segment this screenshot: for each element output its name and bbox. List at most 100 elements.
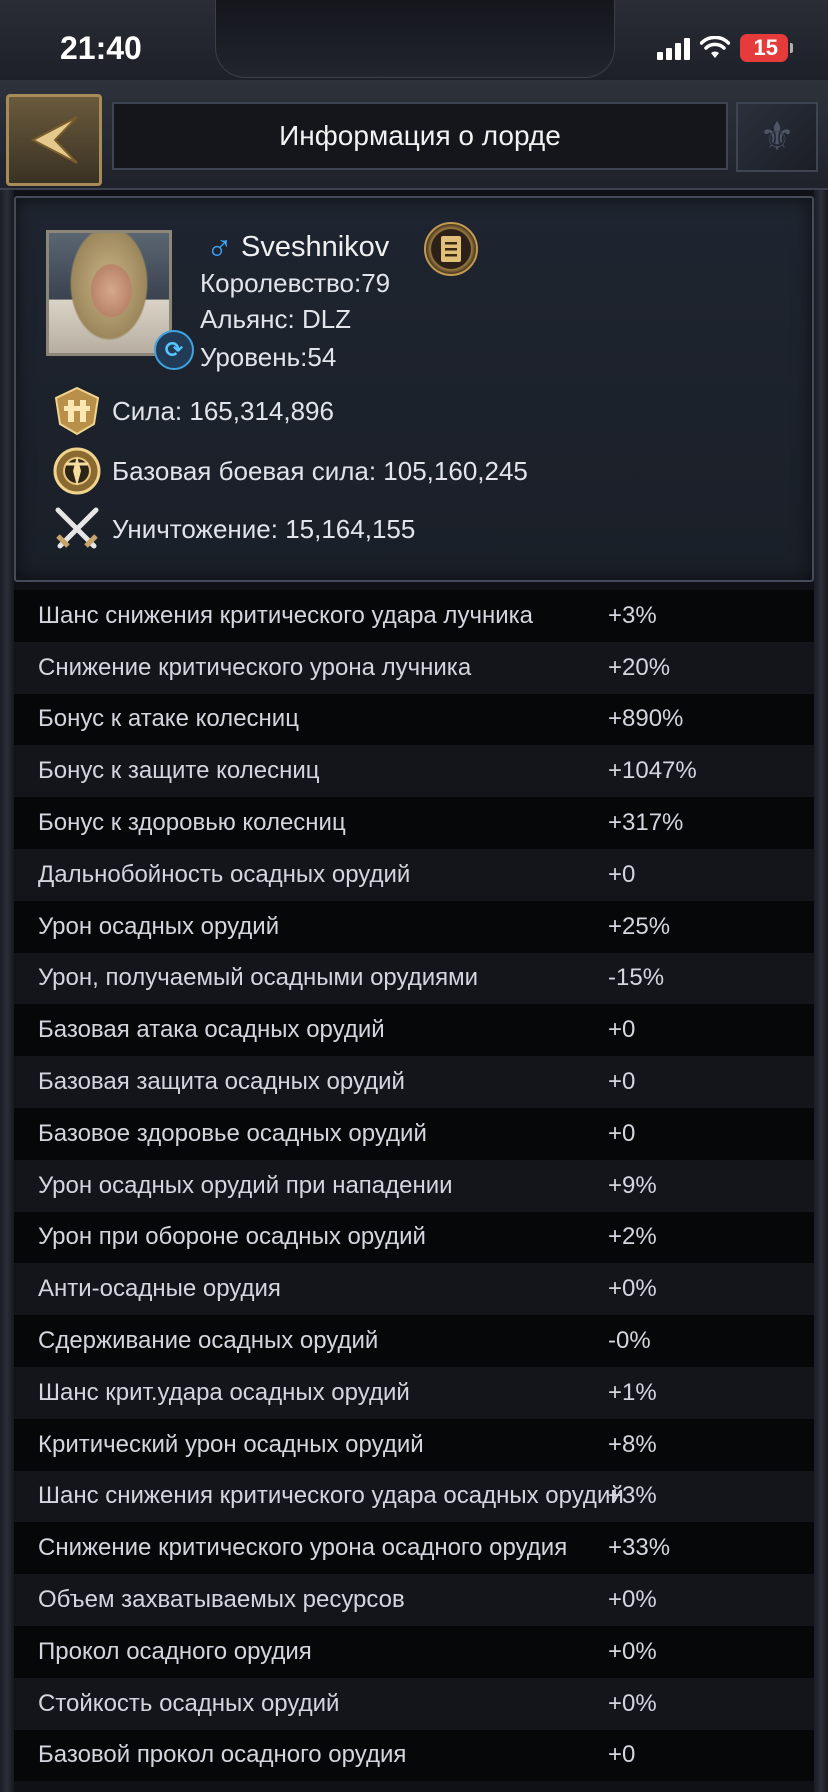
attribute-row: Урон осадных орудий при нападении +9%: [14, 1160, 814, 1212]
back-button[interactable]: [6, 94, 102, 186]
header: Информация о лорде ⚜: [0, 80, 828, 190]
attribute-row: Базовая атака осадных орудий +0: [14, 1004, 814, 1057]
attribute-label: Бонус к атаке колесниц: [38, 705, 299, 733]
attribute-row: Бонус к атаке колесниц +890%: [14, 693, 814, 746]
battery-badge: 15: [739, 34, 794, 62]
right-frame: [814, 0, 828, 1792]
avatar[interactable]: [46, 230, 172, 356]
attribute-label: Шанс крит.удара осадных орудий: [38, 1378, 410, 1406]
attribute-label: Бонус к здоровью колесниц: [38, 809, 346, 837]
attribute-row: Дальнобойность осадных орудий +0: [14, 849, 814, 901]
attribute-row: Шанс снижения критического удара лучника…: [14, 590, 814, 642]
attribute-value: -15%: [608, 964, 665, 992]
attribute-label: Бонус к защите колесниц: [38, 757, 320, 785]
attribute-label: Критический урон осадных орудий: [38, 1430, 424, 1458]
fleur-ornament-icon: ⚜: [736, 102, 818, 172]
base-power-badge-icon: [50, 444, 104, 498]
wifi-icon: [699, 36, 730, 58]
attribute-value: +317%: [608, 809, 684, 837]
attribute-value: +0: [608, 1741, 636, 1769]
attribute-label: Дальнобойность осадных орудий: [38, 860, 411, 888]
attribute-row: Стойкость осадных орудий +0%: [14, 1678, 814, 1730]
attribute-label: Урон осадных орудий при нападении: [38, 1171, 453, 1199]
attribute-value: -0%: [608, 1327, 651, 1355]
attribute-label: Снижение критического урона лучника: [38, 653, 472, 681]
attribute-value: +0%: [608, 1637, 657, 1665]
attribute-row: Прокол осадного орудия +0%: [14, 1625, 814, 1678]
base-power-row: Базовая боевая сила: 105,160,245: [50, 444, 528, 498]
left-frame: [0, 0, 14, 1792]
attribute-label: Снижение критического урона осадного ору…: [38, 1534, 568, 1562]
document-icon: [441, 236, 461, 262]
attribute-value: +1%: [608, 1378, 657, 1406]
attribute-label: Базовая атака осадных орудий: [38, 1016, 385, 1044]
attribute-row: Бонус к защите колесниц +1047%: [14, 745, 814, 797]
attribute-value: +0: [608, 1068, 636, 1096]
crossed-swords-icon: [50, 502, 104, 556]
back-arrow-icon: [30, 116, 78, 164]
attribute-label: Сдерживание осадных орудий: [38, 1327, 379, 1355]
notch-ornament: [215, 0, 615, 78]
attribute-row: Шанс крит.удара осадных орудий +1%: [14, 1367, 814, 1419]
base-power-text: Базовая боевая сила: 105,160,245: [112, 455, 528, 486]
attribute-label: Базовое здоровье осадных орудий: [38, 1119, 427, 1147]
power-text: Сила: 165,314,896: [112, 395, 334, 426]
attribute-row: Урон осадных орудий +25%: [14, 900, 814, 953]
attribute-label: Шанс снижения критического удара лучника: [38, 601, 533, 629]
attribute-value: +890%: [608, 705, 684, 733]
attribute-value: +0%: [608, 1275, 657, 1303]
attribute-label: Урон, получаемый осадными орудиями: [38, 964, 479, 992]
status-bar: 21:40 15: [0, 0, 828, 80]
attribute-value: +0: [608, 1119, 636, 1147]
attribute-row: Бонус к здоровью колесниц +317%: [14, 797, 814, 849]
attribute-value: +1047%: [608, 757, 697, 785]
attribute-row: Снижение критического урона лучника +20%: [14, 642, 814, 694]
power-badge-icon: [50, 384, 104, 438]
kills-text: Уничтожение: 15,164,155: [112, 513, 416, 544]
attribute-row: Урон, получаемый осадными орудиями -15%: [14, 953, 814, 1005]
attribute-row: Базовая защита осадных орудий +0: [14, 1056, 814, 1108]
kingdom-text: Королевство:79: [200, 268, 391, 298]
attribute-value: +0: [608, 860, 636, 888]
attribute-label: Стойкость осадных орудий: [38, 1689, 340, 1717]
attribute-row: Базовой прокол осадного орудия +0: [14, 1729, 814, 1782]
attribute-row: Сдерживание осадных орудий -0%: [14, 1315, 814, 1367]
signal-icon: [656, 36, 690, 60]
attribute-row: Снижение критического урона осадного ору…: [14, 1522, 814, 1575]
player-name-row: ♂ Sveshnikov: [206, 226, 389, 268]
attribute-label: Шанс снижения критического удара осадных…: [38, 1482, 624, 1510]
attribute-value: +0%: [608, 1586, 657, 1614]
alliance-text: Альянс: DLZ: [200, 304, 352, 334]
attribute-row: Анти-осадные орудия +0%: [14, 1263, 814, 1315]
page-title: Информация о лорде: [279, 120, 561, 151]
attribute-value: +3%: [608, 1482, 657, 1510]
attribute-value: +2%: [608, 1223, 657, 1251]
attribute-value: +33%: [608, 1534, 671, 1562]
kills-row: Уничтожение: 15,164,155: [50, 502, 415, 556]
attribute-value: +0: [608, 1016, 636, 1044]
attribute-value: +9%: [608, 1171, 657, 1199]
attribute-value: +0%: [608, 1689, 657, 1717]
attribute-label: Объем захватываемых ресурсов: [38, 1586, 405, 1614]
attribute-row: Шанс снижения критического удара осадных…: [14, 1471, 814, 1523]
attribute-list: Шанс снижения критического удара лучника…: [14, 590, 814, 1782]
attribute-row: Критический урон осадных орудий +8%: [14, 1418, 814, 1471]
status-icons: 15: [656, 34, 794, 62]
player-name: Sveshnikov: [241, 230, 390, 263]
attribute-value: +8%: [608, 1430, 657, 1458]
attribute-label: Урон при обороне осадных орудий: [38, 1223, 426, 1251]
status-time: 21:40: [60, 30, 142, 66]
attribute-value: +20%: [608, 653, 671, 681]
attribute-value: +25%: [608, 912, 671, 940]
power-row: Сила: 165,314,896: [50, 384, 334, 438]
attribute-value: +3%: [608, 601, 657, 629]
male-icon: ♂: [206, 226, 233, 267]
title-bar: Информация о лорде: [112, 102, 728, 170]
notes-button[interactable]: [424, 222, 478, 276]
attribute-row: Урон при обороне осадных орудий +2%: [14, 1211, 814, 1264]
attribute-label: Урон осадных орудий: [38, 912, 280, 940]
attribute-label: Прокол осадного орудия: [38, 1637, 312, 1665]
attribute-label: Базовой прокол осадного орудия: [38, 1741, 407, 1769]
swap-avatar-icon[interactable]: ⟳: [154, 330, 194, 370]
attribute-row: Базовое здоровье осадных орудий +0: [14, 1107, 814, 1160]
